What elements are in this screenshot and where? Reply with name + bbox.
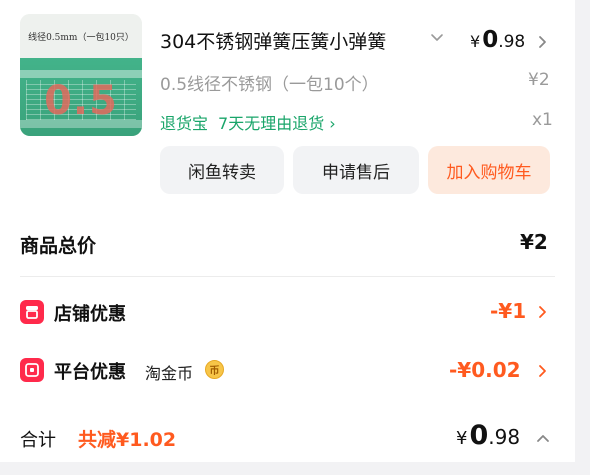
return-guarantee[interactable]: 退货宝 7天无理由退货 › (160, 110, 336, 134)
price-dec: .98 (498, 32, 526, 52)
page-background-strip (575, 0, 590, 475)
final-dec: .98 (488, 425, 521, 449)
final-symbol: ¥ (456, 428, 468, 449)
coin-icon: 币 (205, 360, 224, 379)
after-sale-button[interactable]: 申请售后 (293, 146, 419, 194)
chevron-up-icon[interactable] (536, 431, 550, 445)
resell-button[interactable]: 闲鱼转卖 (160, 146, 284, 194)
divider (20, 276, 555, 277)
image-big-label: 0.5 (44, 78, 118, 124)
total-price-label: 商品总价 (20, 235, 97, 257)
price-int: 0 (482, 27, 499, 53)
bottom-background (0, 462, 590, 475)
taojinbi-label: 淘金币 (145, 364, 194, 383)
shop-discount-label: 店铺优惠 (54, 304, 126, 325)
add-to-cart-button[interactable]: 加入购物车 (428, 146, 550, 194)
final-total: ¥0.98 (456, 420, 520, 451)
platform-discount-value[interactable]: -¥0.02 (449, 358, 521, 382)
product-title[interactable]: 304不锈钢弹簧压簧小弹簧 (160, 27, 418, 54)
total-price-value: ¥2 (520, 230, 548, 254)
product-image[interactable]: 线径0.5mm（一包10只） 0.5 (20, 14, 142, 136)
sum-label: 合计 (20, 430, 56, 451)
shop-icon (20, 300, 44, 324)
guarantee-arrow-icon: › (329, 114, 336, 133)
product-spec: 0.5线径不锈钢（一包10个） (160, 75, 379, 95)
image-footer-band (20, 120, 142, 128)
platform-discount-label: 平台优惠 (54, 362, 126, 383)
item-price: ¥0.98 (470, 27, 525, 53)
order-item-card: 线径0.5mm（一包10只） 0.5 304不锈钢弹簧压簧小弹簧 ¥0.98 0… (0, 0, 575, 475)
chevron-right-icon[interactable] (537, 305, 549, 319)
chevron-down-icon[interactable] (430, 31, 444, 45)
spec-price: ¥2 (528, 70, 550, 90)
image-caption: 线径0.5mm（一包10只） (20, 14, 142, 58)
guarantee-label: 退货宝 (160, 114, 209, 133)
quantity: x1 (532, 110, 553, 130)
platform-icon (20, 358, 44, 382)
saved-amount: 共减¥1.02 (78, 429, 177, 451)
chevron-right-icon[interactable] (537, 35, 549, 49)
guarantee-text: 7天无理由退货 (218, 114, 325, 133)
image-band (20, 70, 142, 78)
final-int: 0 (469, 420, 489, 451)
shop-discount-value[interactable]: -¥1 (490, 299, 526, 323)
chevron-right-icon[interactable] (537, 364, 549, 378)
price-symbol: ¥ (470, 32, 481, 51)
